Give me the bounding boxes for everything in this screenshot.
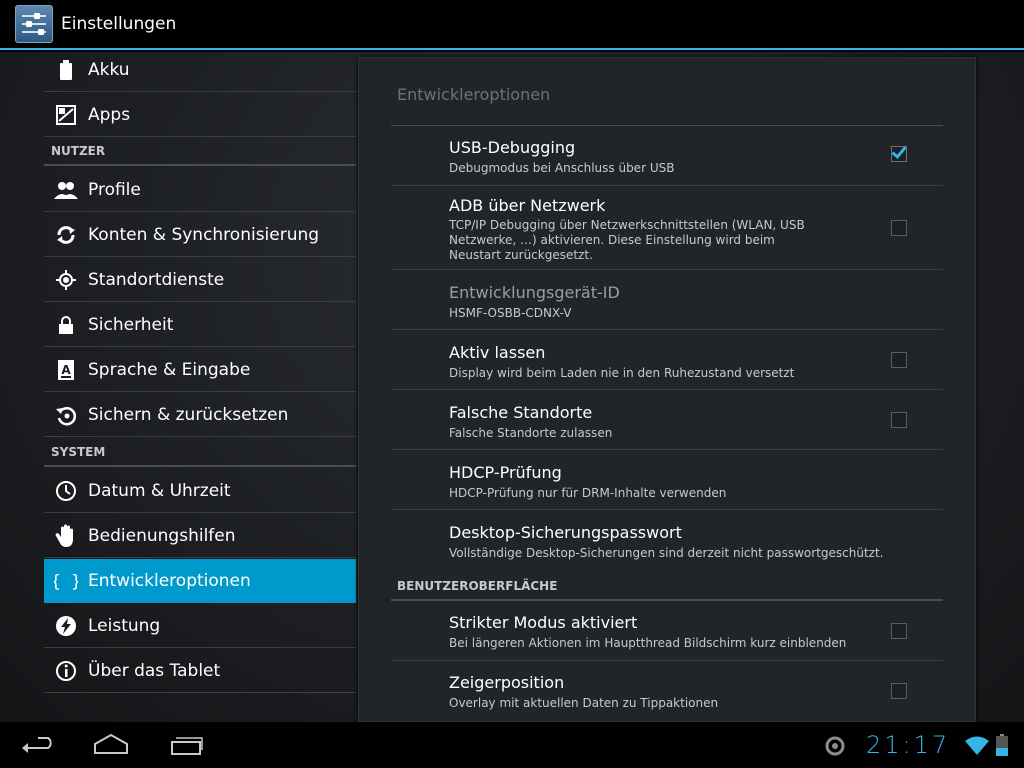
pref-device-id: Entwicklungsgerät-ID HSMF-OSBB-CDNX-V bbox=[391, 270, 943, 330]
usb-debugging-checkbox[interactable] bbox=[891, 143, 907, 162]
language-icon: A bbox=[44, 348, 88, 392]
pref-summary: Overlay mit aktuellen Daten zu Tippaktio… bbox=[449, 696, 719, 710]
location-icon bbox=[44, 258, 88, 302]
lock-icon bbox=[44, 303, 88, 347]
mock-locations-checkbox[interactable] bbox=[891, 412, 907, 428]
section-header-system: SYSTEM bbox=[44, 439, 356, 467]
sidebar-item-label: Sicherheit bbox=[88, 314, 174, 335]
pref-title: Falsche Standorte bbox=[449, 403, 593, 422]
pref-title: ADB über Netzwerk bbox=[449, 196, 606, 215]
sidebar-item-label: Entwickleroptionen bbox=[88, 570, 251, 591]
stay-awake-checkbox[interactable] bbox=[891, 352, 907, 368]
pref-title: HDCP-Prüfung bbox=[449, 463, 562, 482]
panel-title: Entwickleroptionen bbox=[397, 85, 551, 104]
pref-summary: TCP/IP Debugging über Netzwerkschnittste… bbox=[449, 218, 805, 262]
pref-title: Strikter Modus aktiviert bbox=[449, 613, 638, 632]
recent-apps-icon bbox=[171, 737, 203, 755]
battery-icon bbox=[44, 52, 88, 92]
pref-summary: HDCP-Prüfung nur für DRM-Inhalte verwend… bbox=[449, 486, 727, 500]
pref-title: Entwicklungsgerät-ID bbox=[449, 283, 620, 302]
action-bar: Einstellungen bbox=[0, 0, 1024, 50]
back-icon bbox=[22, 737, 52, 753]
sidebar-item-date-time[interactable]: Datum & Uhrzeit bbox=[44, 469, 356, 513]
sync-status-icon bbox=[825, 736, 845, 756]
sidebar-item-label: Sichern & zurücksetzen bbox=[88, 404, 289, 425]
sidebar-item-about-tablet[interactable]: Über das Tablet bbox=[44, 649, 356, 693]
checkmark-icon bbox=[891, 143, 907, 159]
svg-text:{ }: { } bbox=[54, 572, 78, 592]
pref-desktop-backup-password[interactable]: Desktop-Sicherungspasswort Vollständige … bbox=[391, 510, 943, 570]
sidebar-item-label: Leistung bbox=[88, 615, 161, 636]
sidebar-item-security[interactable]: Sicherheit bbox=[44, 303, 356, 347]
pref-pointer-location[interactable]: Zeigerposition Overlay mit aktuellen Dat… bbox=[391, 661, 943, 721]
sidebar-item-label: Akku bbox=[88, 59, 130, 80]
performance-icon bbox=[44, 604, 88, 648]
braces-icon: { } bbox=[44, 559, 88, 603]
battery-status-icon bbox=[996, 734, 1008, 756]
backup-icon bbox=[44, 393, 88, 437]
sync-icon bbox=[44, 213, 88, 257]
pref-summary: Display wird beim Laden nie in den Ruhez… bbox=[449, 366, 795, 380]
pref-usb-debugging[interactable]: USB-Debugging Debugmodus bei Anschluss ü… bbox=[391, 126, 943, 186]
pref-title: Desktop-Sicherungspasswort bbox=[449, 523, 682, 542]
pref-hdcp-check[interactable]: HDCP-Prüfung HDCP-Prüfung nur für DRM-In… bbox=[391, 450, 943, 510]
pref-summary: HSMF-OSBB-CDNX-V bbox=[449, 306, 572, 320]
pref-strict-mode[interactable]: Strikter Modus aktiviert Bei längeren Ak… bbox=[391, 601, 943, 661]
sidebar-item-accounts-sync[interactable]: Konten & Synchronisierung bbox=[44, 213, 356, 257]
wifi-icon bbox=[965, 736, 989, 756]
sidebar-item-label: Profile bbox=[88, 179, 141, 200]
sidebar-item-performance[interactable]: Leistung bbox=[44, 604, 356, 648]
pref-title: USB-Debugging bbox=[449, 138, 576, 157]
sidebar-item-battery[interactable]: Akku bbox=[44, 52, 356, 92]
sidebar-item-label: Konten & Synchronisierung bbox=[88, 224, 320, 245]
home-icon bbox=[94, 733, 128, 754]
main-area: Akku Apps NUTZER Profile Konten & Synchr… bbox=[0, 52, 1024, 722]
section-header-user: NUTZER bbox=[44, 138, 356, 166]
sidebar-item-label: Bedienungshilfen bbox=[88, 525, 236, 546]
status-clock: 21:17 bbox=[866, 731, 951, 759]
recent-apps-button[interactable] bbox=[166, 730, 206, 760]
strict-mode-checkbox[interactable] bbox=[891, 623, 907, 639]
info-icon bbox=[44, 649, 88, 693]
pref-title: Aktiv lassen bbox=[449, 343, 546, 362]
sidebar-item-language[interactable]: A Sprache & Eingabe bbox=[44, 348, 356, 392]
app-title: Einstellungen bbox=[61, 14, 177, 34]
hand-icon bbox=[44, 514, 88, 558]
pref-summary: Vollständige Desktop-Sicherungen sind de… bbox=[449, 546, 884, 560]
pref-mock-locations[interactable]: Falsche Standorte Falsche Standorte zula… bbox=[391, 390, 943, 450]
apps-icon bbox=[44, 93, 88, 137]
adb-network-checkbox[interactable] bbox=[891, 220, 907, 236]
sidebar-item-developer-options[interactable]: { } Entwickleroptionen bbox=[44, 559, 356, 603]
sidebar-item-backup[interactable]: Sichern & zurücksetzen bbox=[44, 393, 356, 437]
pref-adb-network[interactable]: ADB über Netzwerk TCP/IP Debugging über … bbox=[391, 186, 943, 270]
sidebar-item-label: Über das Tablet bbox=[88, 660, 221, 681]
section-header-ui: BENUTZEROBERFLÄCHE bbox=[397, 579, 558, 593]
sidebar-item-profile[interactable]: Profile bbox=[44, 168, 356, 212]
sidebar-item-location[interactable]: Standortdienste bbox=[44, 258, 356, 302]
settings-icon[interactable] bbox=[15, 5, 53, 43]
clock-icon bbox=[44, 469, 88, 513]
pref-summary: Bei längeren Aktionen im Hauptthread Bil… bbox=[449, 636, 847, 650]
pref-title: Zeigerposition bbox=[449, 673, 565, 692]
profile-icon bbox=[44, 168, 88, 212]
pref-stay-awake[interactable]: Aktiv lassen Display wird beim Laden nie… bbox=[391, 330, 943, 390]
pref-summary: Falsche Standorte zulassen bbox=[449, 426, 613, 440]
sidebar-item-label: Apps bbox=[88, 104, 131, 125]
sidebar-item-label: Standortdienste bbox=[88, 269, 225, 290]
pointer-location-checkbox[interactable] bbox=[891, 683, 907, 699]
sidebar-item-label: Sprache & Eingabe bbox=[88, 359, 251, 380]
svg-text:A: A bbox=[61, 363, 71, 377]
sidebar-item-apps[interactable]: Apps bbox=[44, 93, 356, 137]
sidebar-item-accessibility[interactable]: Bedienungshilfen bbox=[44, 514, 356, 558]
settings-category-list[interactable]: Akku Apps NUTZER Profile Konten & Synchr… bbox=[44, 52, 356, 722]
pref-summary: Debugmodus bei Anschluss über USB bbox=[449, 161, 675, 175]
back-button[interactable] bbox=[18, 730, 58, 760]
sidebar-item-label: Datum & Uhrzeit bbox=[88, 480, 231, 501]
home-button[interactable] bbox=[91, 730, 131, 760]
developer-options-panel[interactable]: Entwickleroptionen USB-Debugging Debugmo… bbox=[358, 57, 976, 722]
